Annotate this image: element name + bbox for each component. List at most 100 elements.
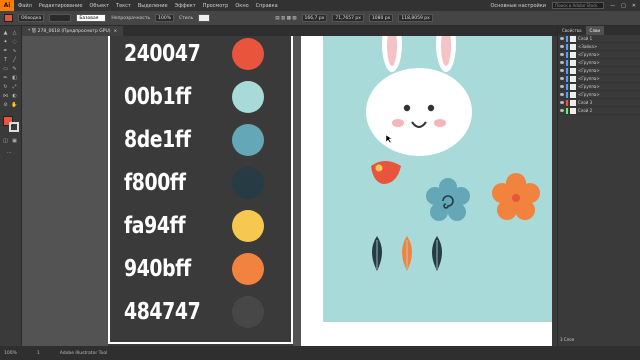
eyedropper-tool-icon[interactable]: ⊘ bbox=[2, 102, 9, 108]
menu-item-effect[interactable]: Эффект bbox=[175, 3, 196, 9]
layer-row[interactable]: <Группа> bbox=[558, 75, 640, 83]
style-select[interactable] bbox=[198, 14, 211, 22]
paintbrush-tool-icon[interactable]: ✎ bbox=[11, 66, 18, 72]
layer-color-bar bbox=[566, 35, 568, 42]
visibility-icon[interactable] bbox=[560, 109, 564, 112]
palette-code: 940bff bbox=[124, 256, 191, 282]
maximize-icon[interactable]: □ bbox=[621, 3, 626, 9]
vertical-scrollbar[interactable] bbox=[552, 36, 556, 346]
palette-dot[interactable] bbox=[232, 210, 264, 242]
pen-tool-icon[interactable]: ✒ bbox=[2, 48, 9, 54]
layer-row[interactable]: Слой 1 bbox=[558, 35, 640, 43]
visibility-icon[interactable] bbox=[560, 93, 564, 96]
menu-item-edit[interactable]: Редактирование bbox=[39, 3, 83, 9]
document-tab-title: * 怒 278_0618 (Предпросмотр GPU) bbox=[28, 29, 111, 34]
selection-tool-icon[interactable]: ▲ bbox=[2, 30, 9, 36]
tab-close-icon[interactable]: × bbox=[114, 29, 118, 34]
rotate-tool-icon[interactable]: ↻ bbox=[2, 84, 9, 90]
flower-small[interactable] bbox=[371, 161, 401, 184]
palette-row: 00b1ff bbox=[124, 81, 284, 113]
menu-item-help[interactable]: Справка bbox=[256, 3, 278, 9]
layer-color-bar bbox=[566, 67, 568, 74]
artboard-canvas[interactable]: 240047 00b1ff 8de1ff f800ff fa94ff 940bf… bbox=[22, 36, 552, 346]
palette-row: fa94ff bbox=[124, 210, 284, 242]
layer-row[interactable]: <Группа> bbox=[558, 59, 640, 67]
layer-row[interactable]: <Зайка> bbox=[558, 43, 640, 51]
eraser-tool-icon[interactable]: ◧ bbox=[11, 75, 18, 81]
pencil-tool-icon[interactable]: ✏ bbox=[2, 75, 9, 81]
lasso-tool-icon[interactable]: ◌ bbox=[11, 39, 18, 45]
close-icon[interactable]: ✕ bbox=[632, 3, 636, 9]
workspace-switcher[interactable]: Основные настройки bbox=[490, 3, 546, 9]
palette-dot[interactable] bbox=[232, 81, 264, 113]
leaves[interactable] bbox=[372, 236, 442, 271]
layer-color-bar bbox=[566, 83, 568, 90]
visibility-icon[interactable] bbox=[560, 53, 564, 56]
visibility-icon[interactable] bbox=[560, 37, 564, 40]
flower-orange[interactable] bbox=[492, 173, 540, 220]
line-tool-icon[interactable]: ╱ bbox=[11, 57, 18, 63]
bunny-head[interactable] bbox=[366, 36, 472, 156]
palette-dot[interactable] bbox=[232, 167, 264, 199]
menu-item-window[interactable]: Окно bbox=[235, 3, 248, 9]
hand-tool-icon[interactable]: ✋ bbox=[11, 102, 18, 108]
zoom-level[interactable]: 100% bbox=[4, 351, 17, 356]
visibility-icon[interactable] bbox=[560, 61, 564, 64]
layer-thumbnail bbox=[570, 67, 576, 74]
edit-toolbar-icon[interactable]: ⋯ bbox=[6, 150, 13, 156]
opacity-field[interactable]: 100% bbox=[155, 14, 174, 22]
w-field[interactable]: 1080 px bbox=[368, 14, 394, 22]
screen-mode-icon[interactable]: ▣ bbox=[11, 138, 18, 144]
magic-wand-tool-icon[interactable]: ✦ bbox=[2, 39, 9, 45]
layer-row[interactable]: <Группа> bbox=[558, 83, 640, 91]
scale-tool-icon[interactable]: ⤢ bbox=[11, 84, 18, 90]
menu-item-select[interactable]: Выделение bbox=[138, 3, 168, 9]
status-bar: 100% 1 Adobe Illustrator Tool bbox=[0, 346, 640, 360]
fill-swatch[interactable] bbox=[4, 14, 13, 22]
menu-item-view[interactable]: Просмотр bbox=[203, 3, 229, 9]
layer-row[interactable]: <Группа> bbox=[558, 51, 640, 59]
flower-teal[interactable] bbox=[426, 178, 470, 221]
tab-layers[interactable]: Слои bbox=[585, 26, 604, 35]
layer-row[interactable]: Слой 2 bbox=[558, 107, 640, 115]
visibility-icon[interactable] bbox=[560, 69, 564, 72]
menu-item-file[interactable]: Файл bbox=[18, 3, 32, 9]
palette-dot[interactable] bbox=[232, 296, 264, 328]
layer-row[interactable]: Слой 3 bbox=[558, 99, 640, 107]
shape-builder-tool-icon[interactable]: ◐ bbox=[11, 93, 18, 99]
palette-dot[interactable] bbox=[232, 124, 264, 156]
palette-dot[interactable] bbox=[232, 253, 264, 285]
stroke-weight-field[interactable] bbox=[49, 14, 72, 22]
direct-selection-tool-icon[interactable]: △ bbox=[11, 30, 18, 36]
tab-properties[interactable]: Свойства bbox=[558, 26, 586, 35]
stroke-color-icon[interactable] bbox=[9, 122, 19, 132]
width-tool-icon[interactable]: ⋈ bbox=[2, 93, 9, 99]
y-field[interactable]: 71,7657 px bbox=[332, 14, 364, 22]
stroke-style-select[interactable]: Базовая bbox=[76, 14, 107, 22]
layer-name: Слой 3 bbox=[578, 100, 593, 105]
visibility-icon[interactable] bbox=[560, 45, 564, 48]
rectangle-tool-icon[interactable]: ▭ bbox=[2, 66, 9, 72]
align-icons[interactable]: ▤ ▥ ▦ ▧ bbox=[275, 16, 296, 21]
menu-item-type[interactable]: Текст bbox=[116, 3, 131, 9]
stroke-mode-select[interactable]: Обводка bbox=[18, 14, 45, 22]
document-tab[interactable]: * 怒 278_0618 (Предпросмотр GPU) × bbox=[22, 26, 124, 36]
h-field[interactable]: 118,8059 px bbox=[398, 14, 433, 22]
visibility-icon[interactable] bbox=[560, 77, 564, 80]
palette-dot[interactable] bbox=[232, 38, 264, 70]
stock-search-input[interactable]: Поиск в Adobe Stock bbox=[552, 2, 605, 9]
palette-code: fa94ff bbox=[124, 213, 186, 239]
visibility-icon[interactable] bbox=[560, 85, 564, 88]
draw-mode-icon[interactable]: ◫ bbox=[2, 138, 9, 144]
layer-row[interactable]: <Группа> bbox=[558, 91, 640, 99]
layer-row[interactable]: <Группа> bbox=[558, 67, 640, 75]
curvature-tool-icon[interactable]: ∿ bbox=[11, 48, 18, 54]
palette-code: 240047 bbox=[124, 41, 201, 67]
layer-thumbnail bbox=[570, 91, 576, 98]
type-tool-icon[interactable]: T bbox=[2, 57, 9, 63]
visibility-icon[interactable] bbox=[560, 101, 564, 104]
minimize-icon[interactable]: — bbox=[610, 3, 615, 9]
menu-item-object[interactable]: Объект bbox=[89, 3, 109, 9]
x-field[interactable]: 166,7 px bbox=[301, 14, 328, 22]
artboard-number[interactable]: 1 bbox=[37, 351, 40, 356]
